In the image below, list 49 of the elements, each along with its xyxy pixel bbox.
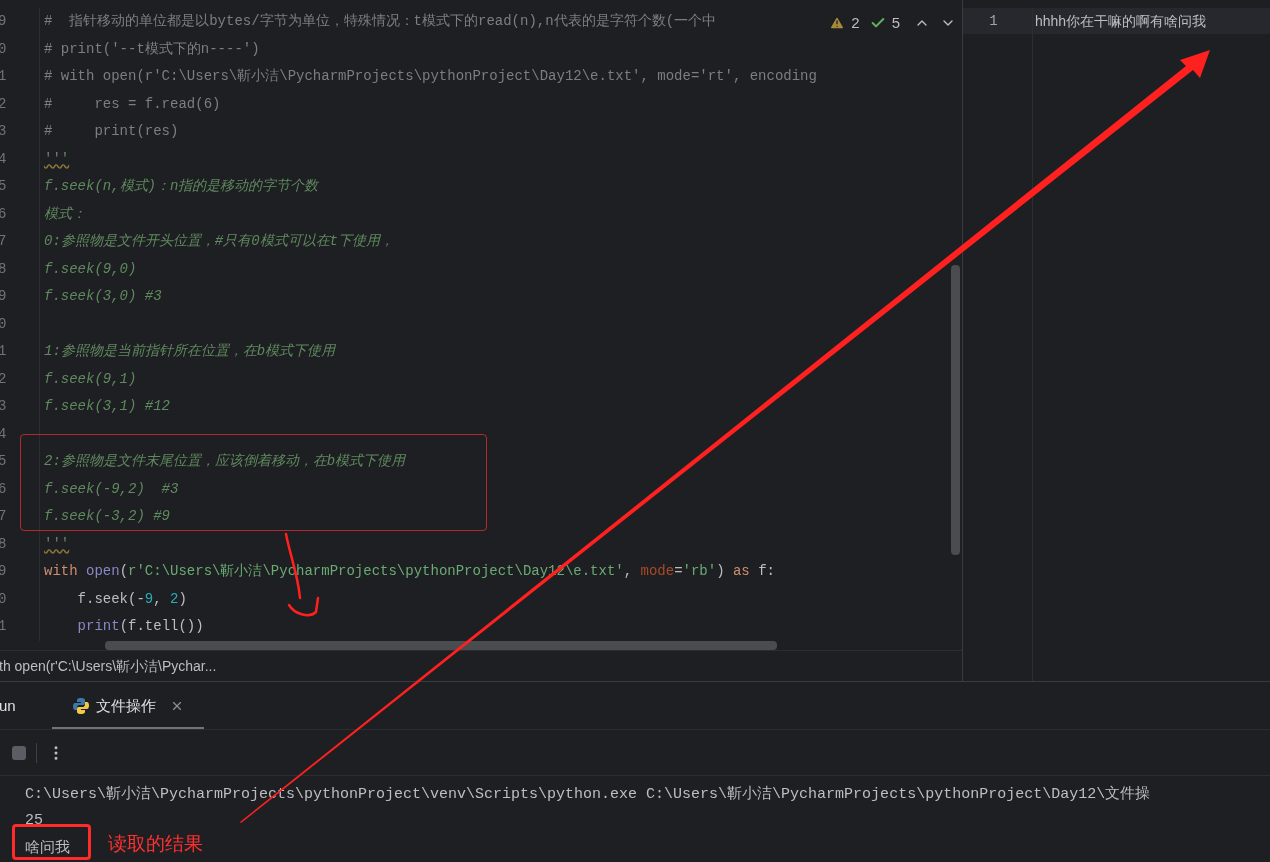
console-line: 啥问我 bbox=[25, 837, 70, 857]
code-token: = bbox=[674, 562, 683, 581]
code-token: # res = f.read(6) bbox=[44, 94, 221, 114]
code-token: 0:参照物是文件开头位置，#只有0模式可以在t下使用， bbox=[44, 232, 394, 251]
code-token: f.seek(3,1) #12 bbox=[44, 397, 171, 416]
code-token: 模式： bbox=[44, 204, 86, 224]
code-token: # print(res) bbox=[44, 122, 179, 141]
code-token: 2:参照物是文件末尾位置，应该倒着移动，在b模式下使用 bbox=[44, 452, 406, 471]
code-token: f: bbox=[757, 562, 775, 581]
code-token: with bbox=[44, 562, 79, 581]
code-token: as bbox=[732, 562, 750, 581]
code-token: f.seek(- bbox=[76, 589, 145, 609]
warning-icon[interactable] bbox=[829, 15, 846, 32]
typo-count: 5 bbox=[891, 13, 900, 33]
code-token: , bbox=[153, 589, 163, 609]
code-token: , bbox=[623, 562, 634, 581]
code-token: # 指针移动的单位都是以bytes/字节为单位，特殊情况：t模式下的read(n),n代表的是字符个数(一个中 bbox=[44, 12, 717, 31]
code-token: f.seek(n,模式)：n指的是移动的字节个数 bbox=[44, 177, 319, 196]
code-token: f.seek(9,0) bbox=[44, 259, 137, 279]
panel-tab[interactable]: un bbox=[0, 685, 20, 729]
console-line: 25 bbox=[25, 811, 43, 831]
panel-tab[interactable]: 文件操作 bbox=[51, 685, 204, 729]
line-number: 1 bbox=[963, 8, 1032, 34]
code-token: f.seek(-3,2) #9 bbox=[44, 507, 171, 526]
stop-icon[interactable] bbox=[12, 745, 26, 760]
python-icon bbox=[71, 697, 90, 715]
annotation-label: 读取的结果 bbox=[108, 832, 203, 856]
code-token: f.seek(9,1) bbox=[44, 369, 137, 389]
code-token: f.seek(3,0) #3 bbox=[44, 287, 162, 306]
code-token: print bbox=[76, 617, 120, 636]
code-token: mode bbox=[640, 562, 675, 581]
code-token: ''' bbox=[44, 149, 70, 169]
horizontal-scrollbar[interactable] bbox=[105, 640, 777, 651]
code-token: # print('--t模式下的n----') bbox=[44, 39, 260, 59]
code-token: 2 bbox=[170, 589, 179, 609]
vertical-scrollbar[interactable] bbox=[951, 265, 960, 555]
code-token: f.seek(-9,2) #3 bbox=[44, 479, 179, 499]
code-token: ) bbox=[178, 589, 187, 609]
code-token: 9 bbox=[144, 589, 154, 609]
warning-count: 2 bbox=[851, 13, 860, 33]
code-token: 1:参照物是当前指针所在位置，在b模式下使用 bbox=[44, 342, 336, 361]
code-token: ) bbox=[716, 562, 726, 581]
code-token: open bbox=[86, 562, 120, 581]
breadcrumb[interactable]: th open(r'C:\Users\靳小洁\Pychar... bbox=[0, 655, 217, 677]
code-token: ''' bbox=[44, 534, 70, 554]
code-token: (f.tell()) bbox=[119, 617, 204, 636]
code-token: ( bbox=[119, 562, 129, 581]
code-token: # with open(r'C:\Users\靳小洁\PycharmProjects\pythonProject\Day12\e.txt', mode='rt', encoding bbox=[44, 67, 817, 86]
code-token: 'rb' bbox=[682, 562, 717, 581]
